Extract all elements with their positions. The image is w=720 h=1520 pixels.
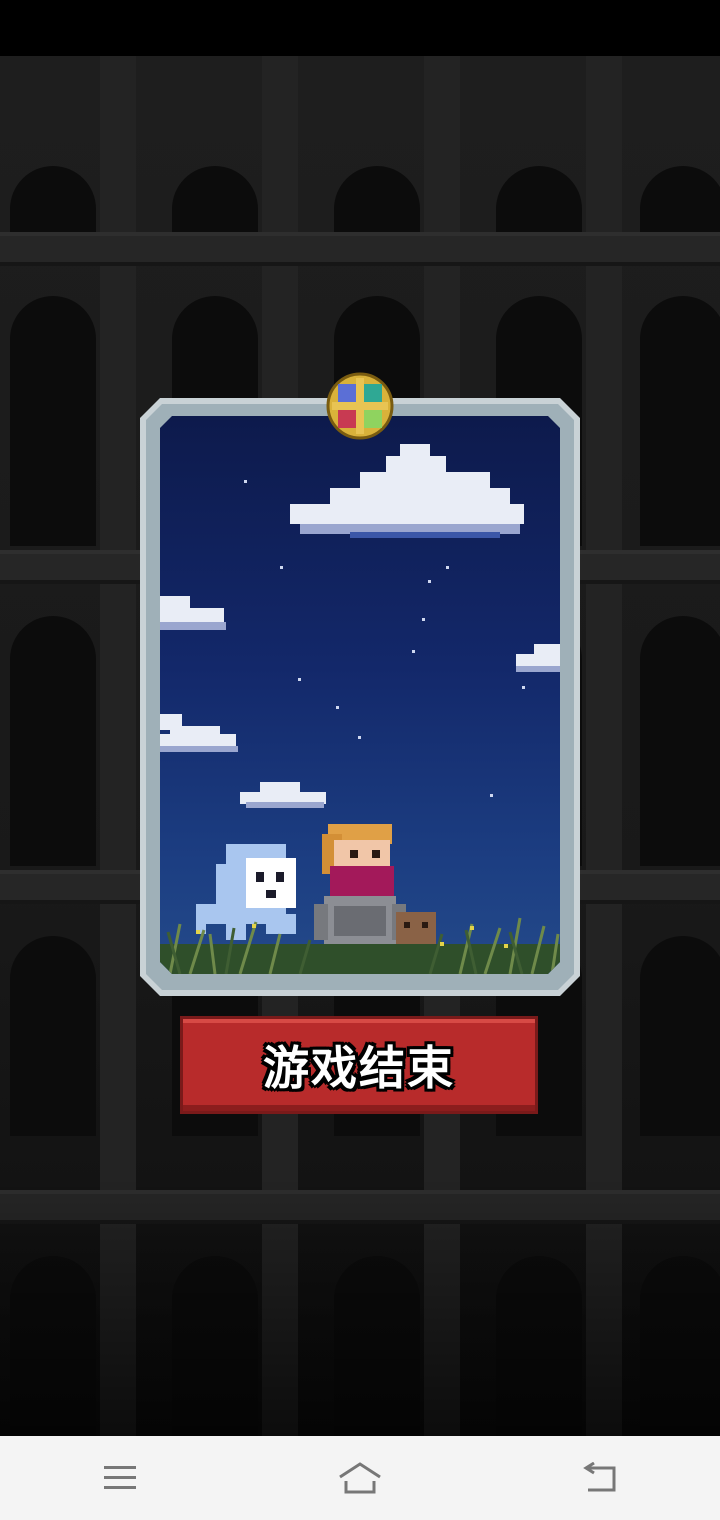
cloud-small [240,782,326,808]
character-card [140,398,580,996]
cloud-large [290,444,524,538]
home-button[interactable] [320,1448,400,1508]
grass-field [160,917,560,974]
system-navigation-bar [0,1436,720,1520]
cloud-right [516,644,560,672]
cloud-left-lower [160,714,238,752]
game-over-label: 游戏结束 [263,1041,455,1095]
class-emblem-icon [326,372,394,440]
menu-button[interactable] [80,1448,160,1508]
home-icon [339,1462,381,1494]
back-icon [583,1462,616,1492]
back-button[interactable] [560,1448,640,1508]
cloud-left-upper [160,596,226,630]
game-over-button[interactable]: 游戏结束 [180,1016,538,1114]
night-sky-scene [160,416,560,974]
status-bar [0,0,720,56]
menu-icon [104,1466,136,1489]
